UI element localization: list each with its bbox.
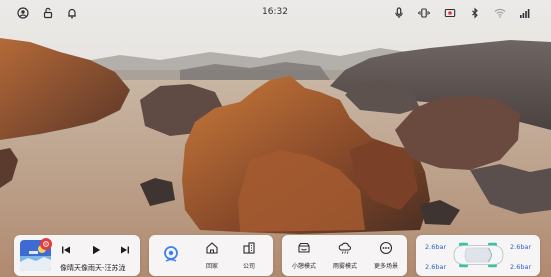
scene-more-label: 更多场景 [373,263,398,270]
home-icon [206,242,218,254]
clock: 16:32 [262,7,288,17]
tire-front-right: 2.6bar [510,243,532,251]
shortcut-office[interactable]: 公司 [235,241,263,270]
signal-icon [519,7,531,19]
scene-nap-label: 小憩模式 [291,263,316,270]
scene-more[interactable]: 更多场景 [372,241,400,270]
user-icon[interactable] [17,7,29,19]
navigation-card: 回家 公司 [149,235,273,276]
media-player-card[interactable]: 像晴天像雨天-汪苏泷 [14,235,140,276]
bluetooth-icon[interactable] [469,7,481,19]
microphone-icon[interactable] [393,7,405,19]
bottom-dock: 像晴天像雨天-汪苏泷 回家 公司 小憩模式 雨雾模式 更多场景 2.6bar 2… [0,229,551,277]
bell-icon[interactable] [66,7,78,19]
shortcut-home-label: 回家 [205,263,218,270]
shortcut-home[interactable]: 回家 [198,241,226,270]
tire-front-left: 2.6bar [425,243,447,251]
music-app-badge [40,238,52,250]
next-icon[interactable] [119,244,131,256]
nap-icon [298,242,310,253]
tire-pressure-card[interactable]: 2.6bar 2.6bar 2.6bar 2.6bar [416,235,540,276]
song-title: 像晴天像雨天-汪苏泷 [60,264,126,272]
wifi-icon [494,7,506,19]
vibrate-icon[interactable] [418,7,430,19]
car-topview-icon [453,242,504,268]
status-bar: 16:32 [0,0,551,26]
scene-modes-card: 小憩模式 雨雾模式 更多场景 [282,235,407,276]
prev-icon[interactable] [60,244,72,256]
nav-logo-icon[interactable] [162,245,180,263]
shortcut-office-label: 公司 [242,263,255,270]
scene-rain-fog[interactable]: 雨雾模式 [331,241,359,270]
record-icon[interactable] [444,7,456,19]
unlock-icon[interactable] [42,7,54,19]
tire-rear-right: 2.6bar [510,263,532,271]
more-icon [379,241,393,255]
rain-cloud-icon [338,242,352,254]
office-icon [243,242,255,254]
play-icon[interactable] [90,244,102,256]
tire-rear-left: 2.6bar [425,263,447,271]
scene-nap[interactable]: 小憩模式 [290,241,318,270]
scene-rain-fog-label: 雨雾模式 [332,263,357,270]
